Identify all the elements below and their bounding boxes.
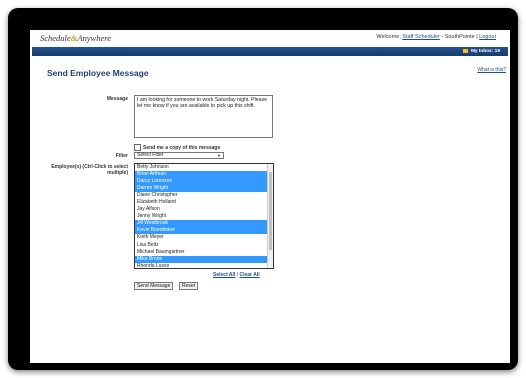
help-link[interactable]: What is this?	[477, 67, 506, 73]
list-scrollbar[interactable]	[267, 164, 273, 268]
list-item[interactable]: Darcy Lorenzen	[135, 178, 267, 186]
app-screen: Schedule&Anywhere Welcome, Staff Schedul…	[30, 30, 510, 363]
select-links: Select All / Clear All	[213, 272, 260, 278]
select-all-link[interactable]: Select All	[213, 272, 235, 278]
filter-label: Filter	[115, 153, 128, 159]
welcome-prefix: Welcome,	[376, 34, 401, 40]
list-item[interactable]: Kevin Boeddeker	[135, 227, 267, 235]
link-separator: /	[236, 272, 239, 278]
reset-button[interactable]: Reset	[179, 282, 199, 290]
copy-checkbox-row[interactable]: Send me a copy of this message	[134, 144, 220, 151]
top-bar: Schedule&Anywhere Welcome, Staff Schedul…	[30, 30, 510, 46]
employee-listbox[interactable]: Betty Johnson Brian Arfman Darcy Lorenzen D…	[134, 163, 274, 269]
send-message-button[interactable]: Send Message	[134, 282, 174, 290]
nav-personal[interactable]: Personal	[154, 55, 174, 64]
app-logo: Schedule&Anywhere	[40, 33, 111, 43]
user-link[interactable]: Staff Scheduler	[402, 34, 440, 40]
list-item[interactable]: Lisa Beltz	[135, 242, 267, 249]
list-item[interactable]: Jay Alfson	[135, 206, 267, 213]
nav-reports[interactable]: Reports	[70, 55, 88, 64]
nav-manager[interactable]: Manager	[124, 55, 144, 64]
message-textarea[interactable]: I am looking for someone to work Saturda…	[134, 95, 273, 138]
inbox-label: My Inbox: 19	[470, 49, 500, 54]
logout-link[interactable]: Logout	[479, 34, 496, 40]
list-item[interactable]: Diane Christopher	[135, 192, 267, 199]
chevron-down-icon: ▼	[217, 153, 221, 158]
list-item[interactable]: Betty Johnson	[135, 164, 267, 171]
clear-all-link[interactable]: Clear All	[240, 272, 260, 278]
list-item[interactable]: Kieth Meyer	[135, 234, 267, 241]
list-item[interactable]: Mike Bronn	[135, 255, 267, 263]
list-item[interactable]: Elizabeth Holland	[135, 199, 267, 206]
welcome-text: Welcome, Staff Scheduler - SouthPointe |…	[376, 34, 496, 40]
list-item[interactable]: Brian Arfman	[135, 171, 267, 179]
nav-help[interactable]: Help	[185, 55, 195, 64]
window-frame: Schedule&Anywhere Welcome, Staff Schedul…	[8, 8, 518, 370]
employees-label: Employee(s) (Ctrl-Click to select multip…	[51, 164, 128, 176]
list-item[interactable]: Jenny Wright	[135, 213, 267, 220]
filter-value: Select Filter	[137, 152, 164, 158]
filter-select[interactable]: Select Filter ▼	[134, 152, 224, 159]
nav-setup[interactable]: Set Up	[98, 55, 113, 64]
list-item[interactable]: Michael Baumgartner	[135, 249, 267, 256]
list-item[interactable]: Rhonda Lusso	[135, 263, 267, 268]
inbox-icon	[462, 48, 468, 53]
inbox-link[interactable]: My Inbox: 19	[462, 47, 500, 56]
message-label: Message	[106, 96, 128, 102]
copy-label: Send me a copy of this message	[143, 144, 221, 151]
location-text: - SouthPointe |	[441, 34, 478, 40]
main-nav: Schedule Reports Set Up Manager Personal…	[32, 47, 508, 62]
page-title: Send Employee Message	[47, 68, 149, 78]
list-item[interactable]: Jill Westbrook	[135, 220, 267, 228]
scrollbar-thumb[interactable]	[269, 172, 272, 250]
copy-checkbox[interactable]	[134, 144, 141, 151]
list-item[interactable]: Darren Wright	[135, 185, 267, 193]
nav-schedule[interactable]: Schedule	[38, 55, 59, 64]
